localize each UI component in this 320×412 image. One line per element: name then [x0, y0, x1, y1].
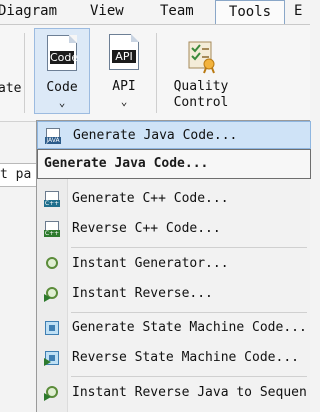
api-icon-text: API [112, 50, 136, 63]
menu-separator [71, 376, 307, 377]
ribbon-partial-label: ate [0, 81, 22, 96]
tooltip-text: Generate Java Code... [44, 156, 209, 171]
java-code-icon-tag: JAVA [45, 137, 61, 144]
java-code-icon: JAVA [45, 128, 61, 144]
menu-item-label: Reverse State Machine Code... [72, 350, 299, 365]
menu-item-generate-state-machine-code[interactable]: Generate State Machine Code... [37, 314, 311, 342]
tooltip: Generate Java Code... [37, 149, 311, 179]
cpp-reverse-icon-tag: C++ [44, 230, 60, 237]
menu-item-instant-reverse[interactable]: Instant Reverse... [37, 280, 311, 308]
code-dropdown-menu: JAVA Generate Java Code... Generate Java… [36, 120, 311, 412]
menu-item-generate-java-code[interactable]: JAVA Generate Java Code... [37, 121, 311, 149]
quality-control-icon [188, 41, 215, 74]
quality-label-line1: Quality [173, 79, 229, 94]
menu-item-instant-reverse-java-to-sequence[interactable]: Instant Reverse Java to Sequen [37, 379, 311, 407]
cpp-code-icon: C++ [44, 191, 60, 207]
menu-item-label: Instant Reverse Java to Sequen [72, 385, 307, 400]
code-label: Code [46, 80, 78, 95]
code-button[interactable]: Code Code ⌄ [34, 28, 90, 114]
state-machine-generate-icon [44, 320, 60, 336]
menu-item-label: Generate Java Code... [73, 128, 238, 143]
menu-item-reverse-cpp-code[interactable]: C++ Reverse C++ Code... [37, 215, 311, 243]
menu-item-instant-generator[interactable]: Instant Generator... [37, 250, 311, 278]
background-field-text: t pa [0, 167, 32, 182]
menu-item-generate-cpp-code[interactable]: C++ Generate C++ Code... [37, 185, 311, 213]
menu-item-label: Generate State Machine Code... [72, 320, 307, 335]
java-sequence-icon [44, 385, 60, 401]
ribbon-toolbar: ate Code Code ⌄ API API ⌄ Quality Contro… [0, 25, 310, 122]
cpp-reverse-icon: C++ [44, 221, 60, 237]
api-icon: API [109, 34, 139, 70]
code-icon: Code [47, 35, 79, 71]
menu-item-label: Reverse C++ Code... [72, 221, 221, 236]
quality-label-line2: Control [173, 95, 229, 110]
api-button[interactable]: API API ⌄ [96, 28, 152, 114]
menu-separator [71, 247, 307, 248]
menu-item-label: Instant Generator... [72, 256, 229, 271]
menu-item-reverse-state-machine-code[interactable]: Reverse State Machine Code... [37, 344, 311, 372]
menu-team[interactable]: Team [160, 0, 194, 24]
cpp-code-icon-tag: C++ [44, 200, 60, 207]
quality-control-button[interactable]: Quality Control [166, 28, 236, 114]
menu-extra[interactable]: E [294, 0, 302, 24]
ribbon-partial-button[interactable]: ate [0, 81, 22, 97]
ribbon-separator [156, 33, 157, 113]
instant-generator-icon [44, 256, 60, 272]
chevron-down-icon: ⌄ [120, 95, 128, 108]
menu-item-label: Generate C++ Code... [72, 191, 229, 206]
menu-tools[interactable]: Tools [215, 0, 285, 24]
state-machine-reverse-icon [44, 350, 60, 366]
api-label: API [112, 79, 136, 94]
menu-separator [71, 312, 307, 313]
code-icon-text: Code [50, 51, 79, 64]
background-text-field[interactable]: t pa [0, 163, 40, 187]
menu-diagram[interactable]: Diagram [0, 0, 57, 24]
menu-item-label: Instant Reverse... [72, 286, 213, 301]
instant-reverse-icon [44, 286, 60, 302]
menu-bar: Diagram View Team Tools E [0, 0, 310, 25]
menu-view[interactable]: View [90, 0, 124, 24]
ribbon-separator [24, 33, 25, 113]
chevron-down-icon: ⌄ [58, 96, 66, 109]
